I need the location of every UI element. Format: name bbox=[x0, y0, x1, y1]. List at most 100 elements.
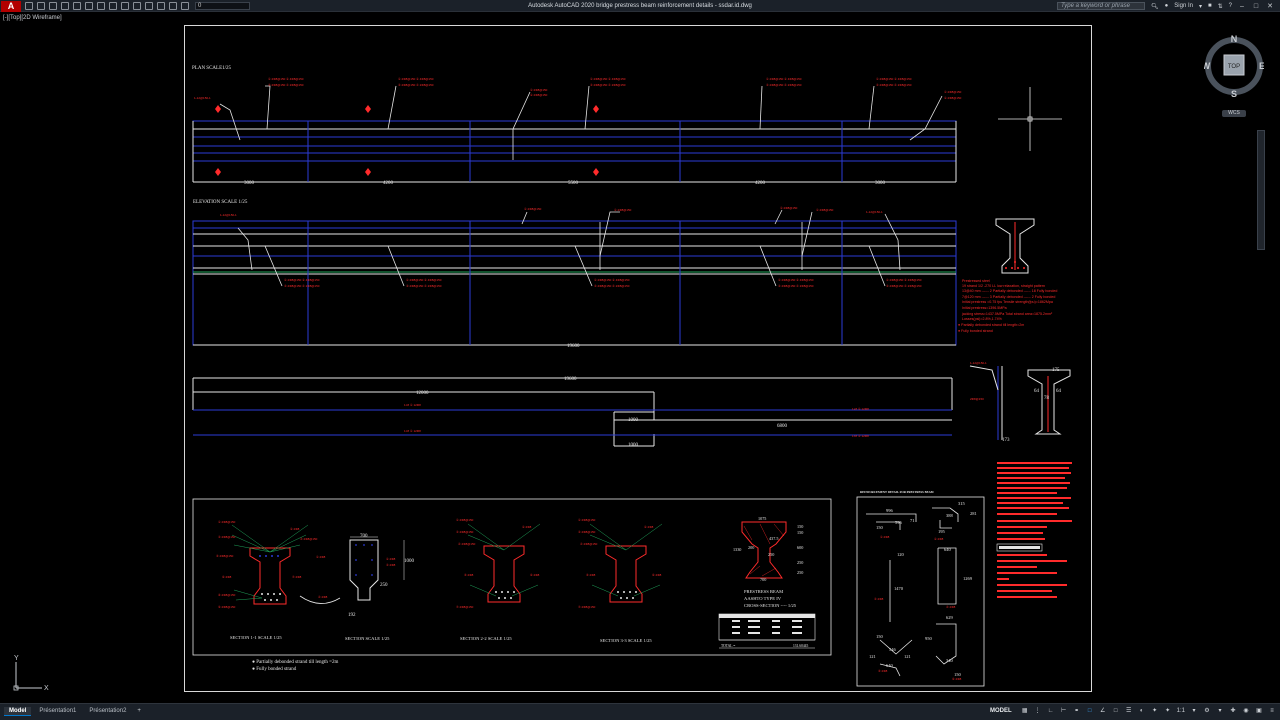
wcs-menu[interactable]: WCS bbox=[1222, 110, 1246, 117]
chevron-down-icon[interactable]: ▾ bbox=[1216, 707, 1224, 715]
svg-text:③ 2Φ8@150: ③ 2Φ8@150 bbox=[218, 535, 236, 539]
svg-text:121: 121 bbox=[869, 654, 876, 659]
section-2-2-drawing: ① 2Φ8@150 ② 2Φ8 ③ 2Φ8@150 ④ 2Φ8@150 ⑤ 2Φ8 ⑥… bbox=[456, 518, 541, 609]
svg-text:② 2Φ8: ② 2Φ8 bbox=[290, 527, 300, 531]
svg-text:1×8 ① 12Φ8: 1×8 ① 12Φ8 bbox=[852, 434, 869, 438]
compass-west[interactable]: W bbox=[1204, 61, 1211, 71]
compass-north[interactable]: N bbox=[1231, 34, 1238, 44]
svg-text:1×8 ① 12Φ8: 1×8 ① 12Φ8 bbox=[852, 407, 869, 411]
section-dim-1000: 1000 bbox=[404, 559, 415, 564]
beam-title-3: CROSS-SECTION ---- 1/25 bbox=[744, 603, 797, 608]
svg-text:③ 2Φ8@150 ④ 2Φ8@150: ③ 2Φ8@150 ④ 2Φ8@150 bbox=[398, 83, 434, 87]
chevron-down-icon[interactable]: ▾ bbox=[1190, 707, 1198, 715]
add-layout-button[interactable]: + bbox=[134, 708, 144, 714]
customize-icon[interactable]: ≡ bbox=[1268, 707, 1276, 715]
svg-text:Losses(psi)=2.8%,1.74%: Losses(psi)=2.8%,1.74% bbox=[962, 317, 1003, 321]
svg-text:③ 2Φ8@150 ④ 2Φ8@150: ③ 2Φ8@150 ④ 2Φ8@150 bbox=[406, 284, 442, 288]
ucs-x-label: X bbox=[44, 685, 49, 692]
tab-model[interactable]: Model bbox=[4, 706, 32, 716]
svg-text:315: 315 bbox=[958, 501, 966, 506]
side-dim-4: 78 bbox=[1044, 396, 1050, 401]
reinforcement-detail: REINFORCEMENT DETAIL FOR PRESTRESS BEAM … bbox=[856, 490, 985, 687]
plan-view: ① 2Φ8@150 ② 4Φ8@150 ③ 2Φ8@150 ④ 2Φ8@150 … bbox=[192, 77, 962, 186]
svg-text:13@40 mm ------ 2 Partially d: 13@40 mm ------ 2 Partially debonded ---… bbox=[962, 289, 1057, 293]
model-space-toggle[interactable]: MODEL bbox=[990, 707, 1012, 715]
crosshair-cursor bbox=[998, 87, 1062, 151]
svg-text:③ 2Φ8@150: ③ 2Φ8@150 bbox=[456, 530, 474, 534]
svg-text:⑥ 2Φ8: ⑥ 2Φ8 bbox=[652, 573, 662, 577]
svg-text:② 2Φ8: ② 2Φ8 bbox=[934, 537, 944, 541]
svg-text:⑧ 2Φ8@150: ⑧ 2Φ8@150 bbox=[218, 593, 236, 597]
beam-dim-11: 700 bbox=[760, 577, 766, 582]
svg-text:546: 546 bbox=[889, 647, 897, 652]
compass-east[interactable]: E bbox=[1259, 61, 1264, 71]
beam-dim-9: 250 bbox=[797, 560, 803, 565]
beam-title-2: AASHTO TYPE IV bbox=[744, 596, 782, 601]
svg-text:③ 2Φ8@150 ④ 2Φ8@150: ③ 2Φ8@150 ④ 2Φ8@150 bbox=[766, 83, 802, 87]
object-snap-icon[interactable]: □ bbox=[1112, 707, 1120, 715]
svg-text:● Fully bonded strand: ● Fully bonded strand bbox=[958, 329, 993, 333]
beam-dim-3: 150 bbox=[797, 530, 803, 535]
snap-icon[interactable]: ⋮ bbox=[1034, 707, 1042, 715]
svg-text:④ 2Φ8@150: ④ 2Φ8@150 bbox=[580, 542, 598, 546]
table-total-label: TOTAL = bbox=[721, 644, 735, 648]
side-section bbox=[995, 218, 1035, 274]
section-dim-700: 700 bbox=[360, 534, 368, 539]
svg-text:① 2Φ8: ① 2Φ8 bbox=[316, 555, 326, 559]
annotation-scale-icon[interactable]: ✦ bbox=[1164, 707, 1172, 715]
svg-text:① 2Φ8@150 ② 4Φ8@150: ① 2Φ8@150 ② 4Φ8@150 bbox=[590, 77, 626, 81]
svg-text:jacking stress=1437.5MPa T: jacking stress=1437.5MPa Total strand ar… bbox=[961, 312, 1053, 316]
tab-presentation1[interactable]: Présentation1 bbox=[34, 707, 81, 715]
svg-text:③ 2Φ8: ③ 2Φ8 bbox=[386, 563, 396, 567]
svg-text:② 2Φ8@150: ② 2Φ8@150 bbox=[530, 93, 548, 97]
svg-text:① 2Φ8@150 ② 4Φ8@150: ① 2Φ8@150 ② 4Φ8@150 bbox=[876, 77, 912, 81]
drawing-canvas[interactable]: PLAN SCALE1/25 ① 2Φ8@150 ② 4Φ8@150 ③ 2Φ8… bbox=[0, 0, 1280, 703]
svg-text:② 2Φ8: ② 2Φ8 bbox=[644, 525, 654, 529]
annotation-visibility-icon[interactable]: ✦ bbox=[1151, 707, 1159, 715]
svg-text:① 2Φ8@150: ① 2Φ8@150 bbox=[614, 208, 632, 212]
strand-total-dim: 19600 bbox=[564, 377, 577, 382]
annotation-scale-value[interactable]: 1:1 bbox=[1177, 707, 1185, 715]
viewcube[interactable]: TOP N S E W bbox=[1204, 33, 1264, 99]
clean-screen-icon[interactable]: ▣ bbox=[1255, 707, 1263, 715]
transparency-icon[interactable]: ◐ bbox=[1138, 707, 1146, 715]
svg-text:③ 2Φ8: ③ 2Φ8 bbox=[874, 597, 884, 601]
viewcube-face-label[interactable]: TOP bbox=[1228, 64, 1240, 70]
beam-dim-8: 250 bbox=[768, 552, 774, 557]
isodraft-icon[interactable]: □ bbox=[1086, 707, 1094, 715]
ucs-y-label: Y bbox=[14, 655, 19, 662]
svg-text:⑦ 2Φ8@150: ⑦ 2Φ8@150 bbox=[456, 605, 474, 609]
strand-dim-3: 6800 bbox=[777, 424, 788, 429]
svg-text:Initial prestress=1396.5MPa: Initial prestress=1396.5MPa bbox=[962, 306, 1007, 310]
lineweight-icon[interactable]: ☰ bbox=[1125, 707, 1133, 715]
svg-text:1×8 ① 12Φ8: 1×8 ① 12Φ8 bbox=[404, 429, 421, 433]
infer-constraints-icon[interactable]: ∟ bbox=[1047, 707, 1055, 715]
object-snap-tracking-icon[interactable]: ∠ bbox=[1099, 707, 1107, 715]
svg-text:③ 2Φ8@150 ④ 2Φ8@150: ③ 2Φ8@150 ④ 2Φ8@150 bbox=[284, 284, 320, 288]
svg-text:③ 2Φ8@150 ④ 2Φ8@150: ③ 2Φ8@150 ④ 2Φ8@150 bbox=[886, 284, 922, 288]
side-dim-5: 173 bbox=[1002, 438, 1010, 443]
svg-text:150: 150 bbox=[876, 525, 884, 530]
plus-icon[interactable]: ✚ bbox=[1229, 707, 1237, 715]
ortho-icon[interactable]: ⊢ bbox=[1060, 707, 1068, 715]
compass-south[interactable]: S bbox=[1231, 89, 1237, 99]
workspace-gear-icon[interactable]: ⚙ bbox=[1203, 707, 1211, 715]
isolate-objects-icon[interactable]: ◉ bbox=[1242, 707, 1250, 715]
polar-tracking-icon[interactable]: ⚭ bbox=[1073, 707, 1081, 715]
svg-text:① 2Φ8@150: ① 2Φ8@150 bbox=[218, 520, 236, 524]
section-dims-drawing: 700 1000 250 192 ① 2Φ8 ② 2Φ8 ③ 2Φ8 ④ 2Φ8 bbox=[316, 534, 415, 618]
navigation-bar[interactable] bbox=[1257, 130, 1265, 250]
end-block-detail: 1-12@150-1 2Φ8@150 175 64 64 78 173 bbox=[969, 361, 1071, 443]
svg-text:⑤ 2Φ8: ⑤ 2Φ8 bbox=[586, 573, 596, 577]
svg-text:Initial prestress =0.75 fpu: Initial prestress =0.75 fpu Tensile stre… bbox=[962, 300, 1053, 304]
grid-icon[interactable]: ▦ bbox=[1021, 707, 1029, 715]
bar-schedule-table bbox=[996, 462, 1072, 598]
svg-text:① 2Φ8@150: ① 2Φ8@150 bbox=[816, 208, 834, 212]
beam-dim-1: 1075 bbox=[758, 516, 766, 521]
svg-text:④ 2Φ8: ④ 2Φ8 bbox=[946, 605, 956, 609]
svg-text:③ 2Φ8@150 ④ 2Φ8@150: ③ 2Φ8@150 ④ 2Φ8@150 bbox=[590, 83, 626, 87]
tab-presentation2[interactable]: Présentation2 bbox=[84, 707, 131, 715]
svg-text:1-12@150-1: 1-12@150-1 bbox=[866, 210, 883, 214]
svg-text:● Fully bonded strand: ● Fully bonded strand bbox=[252, 667, 297, 672]
beam-dim-4: 437.5 bbox=[769, 536, 778, 541]
